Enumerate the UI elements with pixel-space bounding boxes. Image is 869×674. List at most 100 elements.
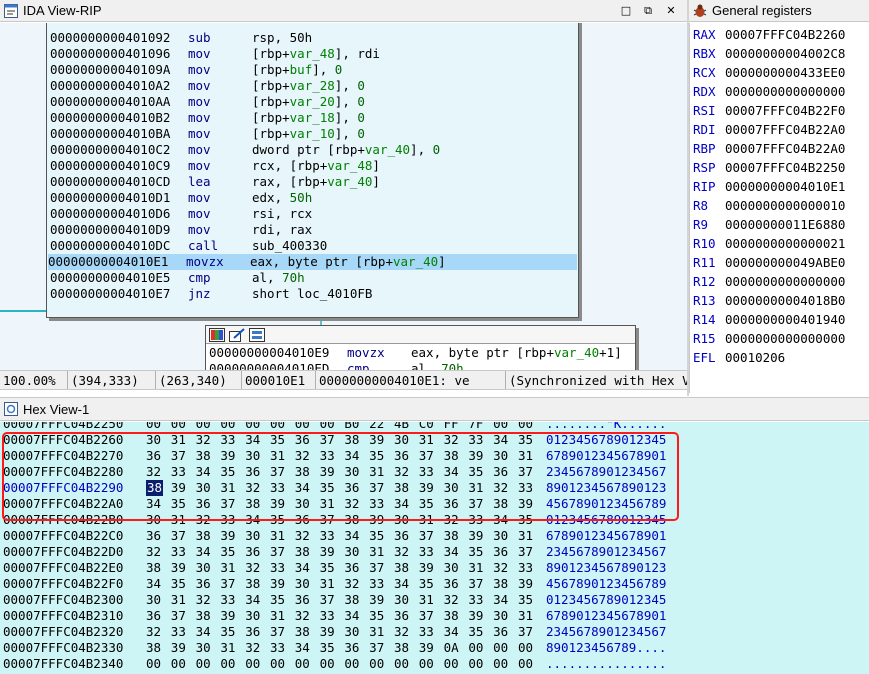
- hex-byte[interactable]: 30: [344, 624, 369, 640]
- hex-bytes[interactable]: 36 37 38 39 30 31 32 33 34 35 36 37 38 39 30 31: [146, 528, 543, 544]
- hex-byte[interactable]: 36: [493, 544, 518, 560]
- hex-byte[interactable]: 33: [171, 544, 196, 560]
- hex-byte[interactable]: 00: [245, 656, 270, 672]
- hex-byte[interactable]: 39: [320, 544, 345, 560]
- hex-byte[interactable]: B0: [344, 422, 369, 432]
- hex-byte[interactable]: 22: [369, 422, 394, 432]
- register-value[interactable]: 00007FFFC04B22F0: [725, 103, 845, 118]
- register-rip[interactable]: RIP 00000000004010E1: [693, 177, 845, 196]
- hex-bytes[interactable]: 36 37 38 39 30 31 32 33 34 35 36 37 38 39 30 31: [146, 608, 543, 624]
- hex-ascii[interactable]: 2345678901234567: [546, 544, 666, 560]
- register-value[interactable]: 0000000000000000: [725, 331, 845, 346]
- hex-byte[interactable]: 00: [196, 656, 221, 672]
- hex-byte[interactable]: 36: [146, 528, 171, 544]
- hex-byte[interactable]: 31: [518, 608, 543, 624]
- hex-byte[interactable]: 33: [369, 576, 394, 592]
- hex-byte[interactable]: 30: [493, 608, 518, 624]
- hex-byte[interactable]: 37: [468, 576, 493, 592]
- hex-byte[interactable]: 32: [295, 608, 320, 624]
- hex-byte[interactable]: 39: [171, 560, 196, 576]
- register-value[interactable]: 00007FFFC04B22A0: [725, 122, 845, 137]
- code-block-next[interactable]: 00000000004010E9 movzx eax, byte ptr [rbp+…: [205, 325, 636, 370]
- register-value[interactable]: 0000000000433EE0: [725, 65, 845, 80]
- register-r8[interactable]: R8 0000000000000010: [693, 196, 845, 215]
- hex-byte[interactable]: 34: [493, 592, 518, 608]
- operand-variable[interactable]: var_10: [290, 126, 335, 141]
- hex-byte[interactable]: 31: [369, 544, 394, 560]
- hex-byte[interactable]: 32: [394, 624, 419, 640]
- hex-byte[interactable]: 35: [468, 624, 493, 640]
- register-r13[interactable]: R13 00000000004018B0: [693, 291, 845, 310]
- operand-variable[interactable]: buf: [290, 62, 313, 77]
- hex-byte[interactable]: 00: [146, 656, 171, 672]
- hex-byte[interactable]: 30: [394, 592, 419, 608]
- operand-variable[interactable]: var_40: [554, 345, 599, 360]
- hex-bytes[interactable]: 00 00 00 00 00 00 00 00 B0 22 4B C0 FF 7F 00 00: [146, 422, 543, 432]
- register-value[interactable]: 00007FFFC04B22A0: [725, 141, 845, 156]
- hex-byte[interactable]: 36: [146, 608, 171, 624]
- register-value[interactable]: 00007FFFC04B2250: [725, 160, 845, 175]
- rename-icon[interactable]: [229, 328, 245, 342]
- hex-byte[interactable]: 34: [394, 576, 419, 592]
- hex-byte[interactable]: 31: [220, 640, 245, 656]
- operand-variable[interactable]: var_28: [290, 78, 335, 93]
- hex-byte[interactable]: 36: [344, 640, 369, 656]
- hex-byte[interactable]: 36: [245, 544, 270, 560]
- hex-byte[interactable]: 31: [518, 528, 543, 544]
- hex-byte[interactable]: C0: [419, 422, 444, 432]
- register-r15[interactable]: R15 0000000000000000: [693, 329, 845, 348]
- hex-byte[interactable]: 35: [171, 576, 196, 592]
- hex-byte[interactable]: 30: [146, 592, 171, 608]
- hex-byte[interactable]: 36: [444, 576, 469, 592]
- hex-byte[interactable]: 0A: [444, 640, 469, 656]
- hex-ascii[interactable]: ................: [546, 656, 666, 672]
- hex-byte[interactable]: 34: [245, 592, 270, 608]
- hex-byte[interactable]: 32: [444, 592, 469, 608]
- hex-byte[interactable]: 30: [245, 528, 270, 544]
- hex-byte[interactable]: 38: [444, 528, 469, 544]
- hex-byte[interactable]: 37: [270, 624, 295, 640]
- disassembly-graph[interactable]: 0000000000401092 sub rsp, 50h 0000000000401…: [0, 23, 687, 370]
- hex-byte[interactable]: 30: [196, 560, 221, 576]
- hex-byte[interactable]: 00: [196, 422, 221, 432]
- hex-byte[interactable]: 00: [518, 422, 543, 432]
- hex-byte[interactable]: 00: [419, 656, 444, 672]
- register-efl[interactable]: EFL 00010206: [693, 348, 785, 367]
- hex-byte[interactable]: 37: [419, 528, 444, 544]
- register-r11[interactable]: R11 000000000049ABE0: [693, 253, 845, 272]
- hex-byte[interactable]: 37: [320, 592, 345, 608]
- hex-byte[interactable]: 32: [394, 544, 419, 560]
- hex-byte[interactable]: 31: [270, 528, 295, 544]
- float-button[interactable]: ⧉: [639, 2, 657, 19]
- register-r12[interactable]: R12 0000000000000000: [693, 272, 845, 291]
- hex-byte[interactable]: 35: [220, 624, 245, 640]
- register-rax[interactable]: RAX 00007FFFC04B2260: [693, 25, 845, 44]
- hex-ascii[interactable]: 6789012345678901: [546, 528, 666, 544]
- hex-ascii[interactable]: 890123456789....: [546, 640, 666, 656]
- register-rdx[interactable]: RDX 0000000000000000: [693, 82, 845, 101]
- hex-byte[interactable]: 30: [295, 576, 320, 592]
- hex-bytes[interactable]: 38 39 30 31 32 33 34 35 36 37 38 39 0A 00 00 00: [146, 640, 543, 656]
- hex-byte[interactable]: 00: [295, 656, 320, 672]
- hex-byte[interactable]: 35: [518, 592, 543, 608]
- hex-byte[interactable]: 00: [518, 656, 543, 672]
- hex-byte[interactable]: 30: [196, 640, 221, 656]
- hex-byte[interactable]: 32: [146, 624, 171, 640]
- hex-byte[interactable]: 36: [394, 528, 419, 544]
- hex-byte[interactable]: 39: [518, 576, 543, 592]
- hex-byte[interactable]: 00: [171, 422, 196, 432]
- register-r9[interactable]: R9 00000000011E6880: [693, 215, 845, 234]
- hex-byte[interactable]: 38: [444, 608, 469, 624]
- hex-byte[interactable]: 00: [146, 422, 171, 432]
- hex-byte[interactable]: 35: [369, 528, 394, 544]
- register-value[interactable]: 0000000000000000: [725, 84, 845, 99]
- hex-byte[interactable]: 31: [270, 608, 295, 624]
- register-rbx[interactable]: RBX 00000000004002C8: [693, 44, 845, 63]
- hex-byte[interactable]: 39: [220, 608, 245, 624]
- color-icon[interactable]: [209, 328, 225, 342]
- hex-byte[interactable]: 32: [146, 544, 171, 560]
- register-r10[interactable]: R10 0000000000000021: [693, 234, 845, 253]
- hex-byte[interactable]: 35: [320, 640, 345, 656]
- hex-byte[interactable]: 39: [220, 528, 245, 544]
- register-value[interactable]: 000000000049ABE0: [725, 255, 845, 270]
